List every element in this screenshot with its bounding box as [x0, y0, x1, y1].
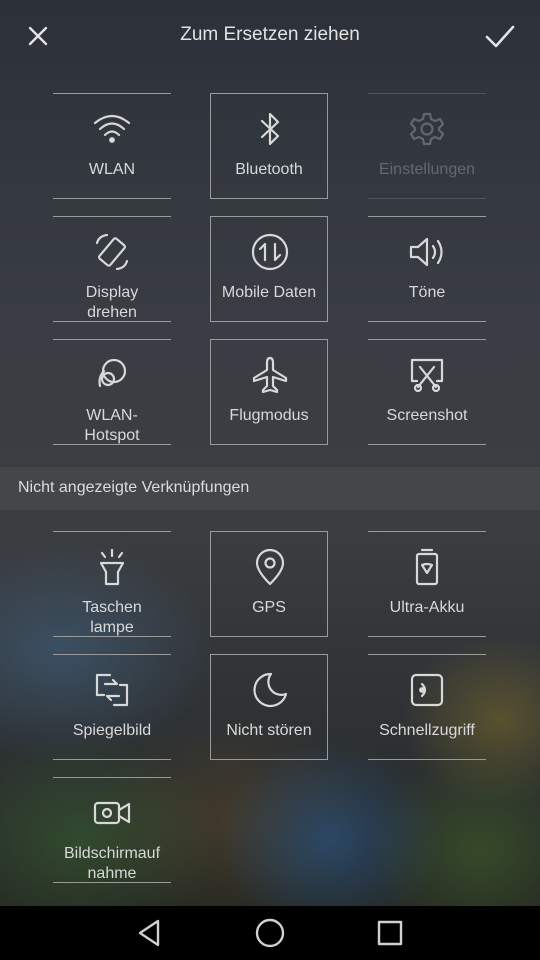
tile-einstellungen[interactable]: Einstellungen: [368, 93, 486, 199]
tile-mobile-daten[interactable]: Mobile Daten: [210, 216, 328, 322]
location-pin-icon: [250, 547, 290, 587]
tile-label: Nicht stören: [226, 722, 312, 739]
video-camera-icon: [92, 793, 132, 833]
tile-bluetooth[interactable]: Bluetooth: [210, 93, 328, 199]
home-button[interactable]: [254, 917, 286, 949]
tile-label: Mobile Daten: [221, 284, 317, 301]
tile-label: Flugmodus: [229, 407, 309, 424]
back-button[interactable]: [134, 917, 166, 949]
tile-bildschirmaufnahme[interactable]: Bildschirmauf nahme: [53, 777, 171, 883]
tile-label: Spiegelbild: [72, 722, 152, 739]
tile-flugmodus[interactable]: Flugmodus: [210, 339, 328, 445]
home-circle-icon: [255, 918, 285, 948]
rotate-screen-icon: [92, 232, 132, 272]
tile-label: GPS: [252, 599, 286, 616]
moon-icon: [250, 670, 290, 710]
section-title: Nicht angezeigte Verknüpfungen: [18, 479, 250, 496]
flashlight-icon: [92, 547, 132, 587]
hotspot-icon: [92, 355, 132, 395]
tile-label: Bildschirmauf nahme: [63, 845, 161, 882]
bluetooth-icon: [250, 109, 290, 149]
tile-screenshot[interactable]: Screenshot: [368, 339, 486, 445]
tile-label: Töne: [408, 284, 446, 301]
system-navigation-bar: [0, 906, 540, 960]
airplane-icon: [250, 355, 290, 395]
tile-label: Einstellungen: [378, 161, 476, 178]
tile-label: Ultra-Akku: [389, 599, 465, 616]
page-title: Zum Ersetzen ziehen: [180, 24, 360, 45]
tile-schnellzugriff[interactable]: Schnellzugriff: [368, 654, 486, 760]
tile-label: Bluetooth: [235, 161, 303, 178]
recents-square-icon: [377, 920, 403, 946]
tile-nicht-stoeren[interactable]: Nicht stören: [210, 654, 328, 760]
tile-wlan-hotspot[interactable]: WLAN-Hotspot: [53, 339, 171, 445]
speaker-icon: [407, 232, 447, 272]
tile-gps[interactable]: GPS: [210, 531, 328, 637]
checkmark-icon: [485, 25, 515, 48]
confirm-button[interactable]: [480, 16, 520, 56]
wifi-icon: [92, 109, 132, 149]
back-triangle-icon: [138, 919, 160, 947]
tile-label: Taschen lampe: [82, 599, 142, 636]
quick-access-icon: [407, 670, 447, 710]
tile-label: Screenshot: [386, 407, 468, 424]
recents-button[interactable]: [374, 917, 406, 949]
tile-label: WLAN: [88, 161, 136, 178]
battery-icon: [407, 547, 447, 587]
tile-label: WLAN-Hotspot: [84, 407, 140, 444]
tile-wlan[interactable]: WLAN: [53, 93, 171, 199]
gear-icon: [407, 109, 447, 149]
tile-ultra-akku[interactable]: Ultra-Akku: [368, 531, 486, 637]
top-bar: Zum Ersetzen ziehen: [0, 0, 540, 72]
tile-toene[interactable]: Töne: [368, 216, 486, 322]
tile-spiegelbild[interactable]: Spiegelbild: [53, 654, 171, 760]
hidden-shortcuts-header: Nicht angezeigte Verknüpfungen: [0, 467, 540, 510]
screenshot-icon: [407, 355, 447, 395]
tile-label: Schnellzugriff: [379, 722, 475, 739]
tile-label: Display drehen: [85, 284, 139, 321]
tile-display-drehen[interactable]: Display drehen: [53, 216, 171, 322]
mirror-icon: [92, 670, 132, 710]
mobile-data-icon: [250, 232, 290, 272]
tile-taschenlampe[interactable]: Taschen lampe: [53, 531, 171, 637]
